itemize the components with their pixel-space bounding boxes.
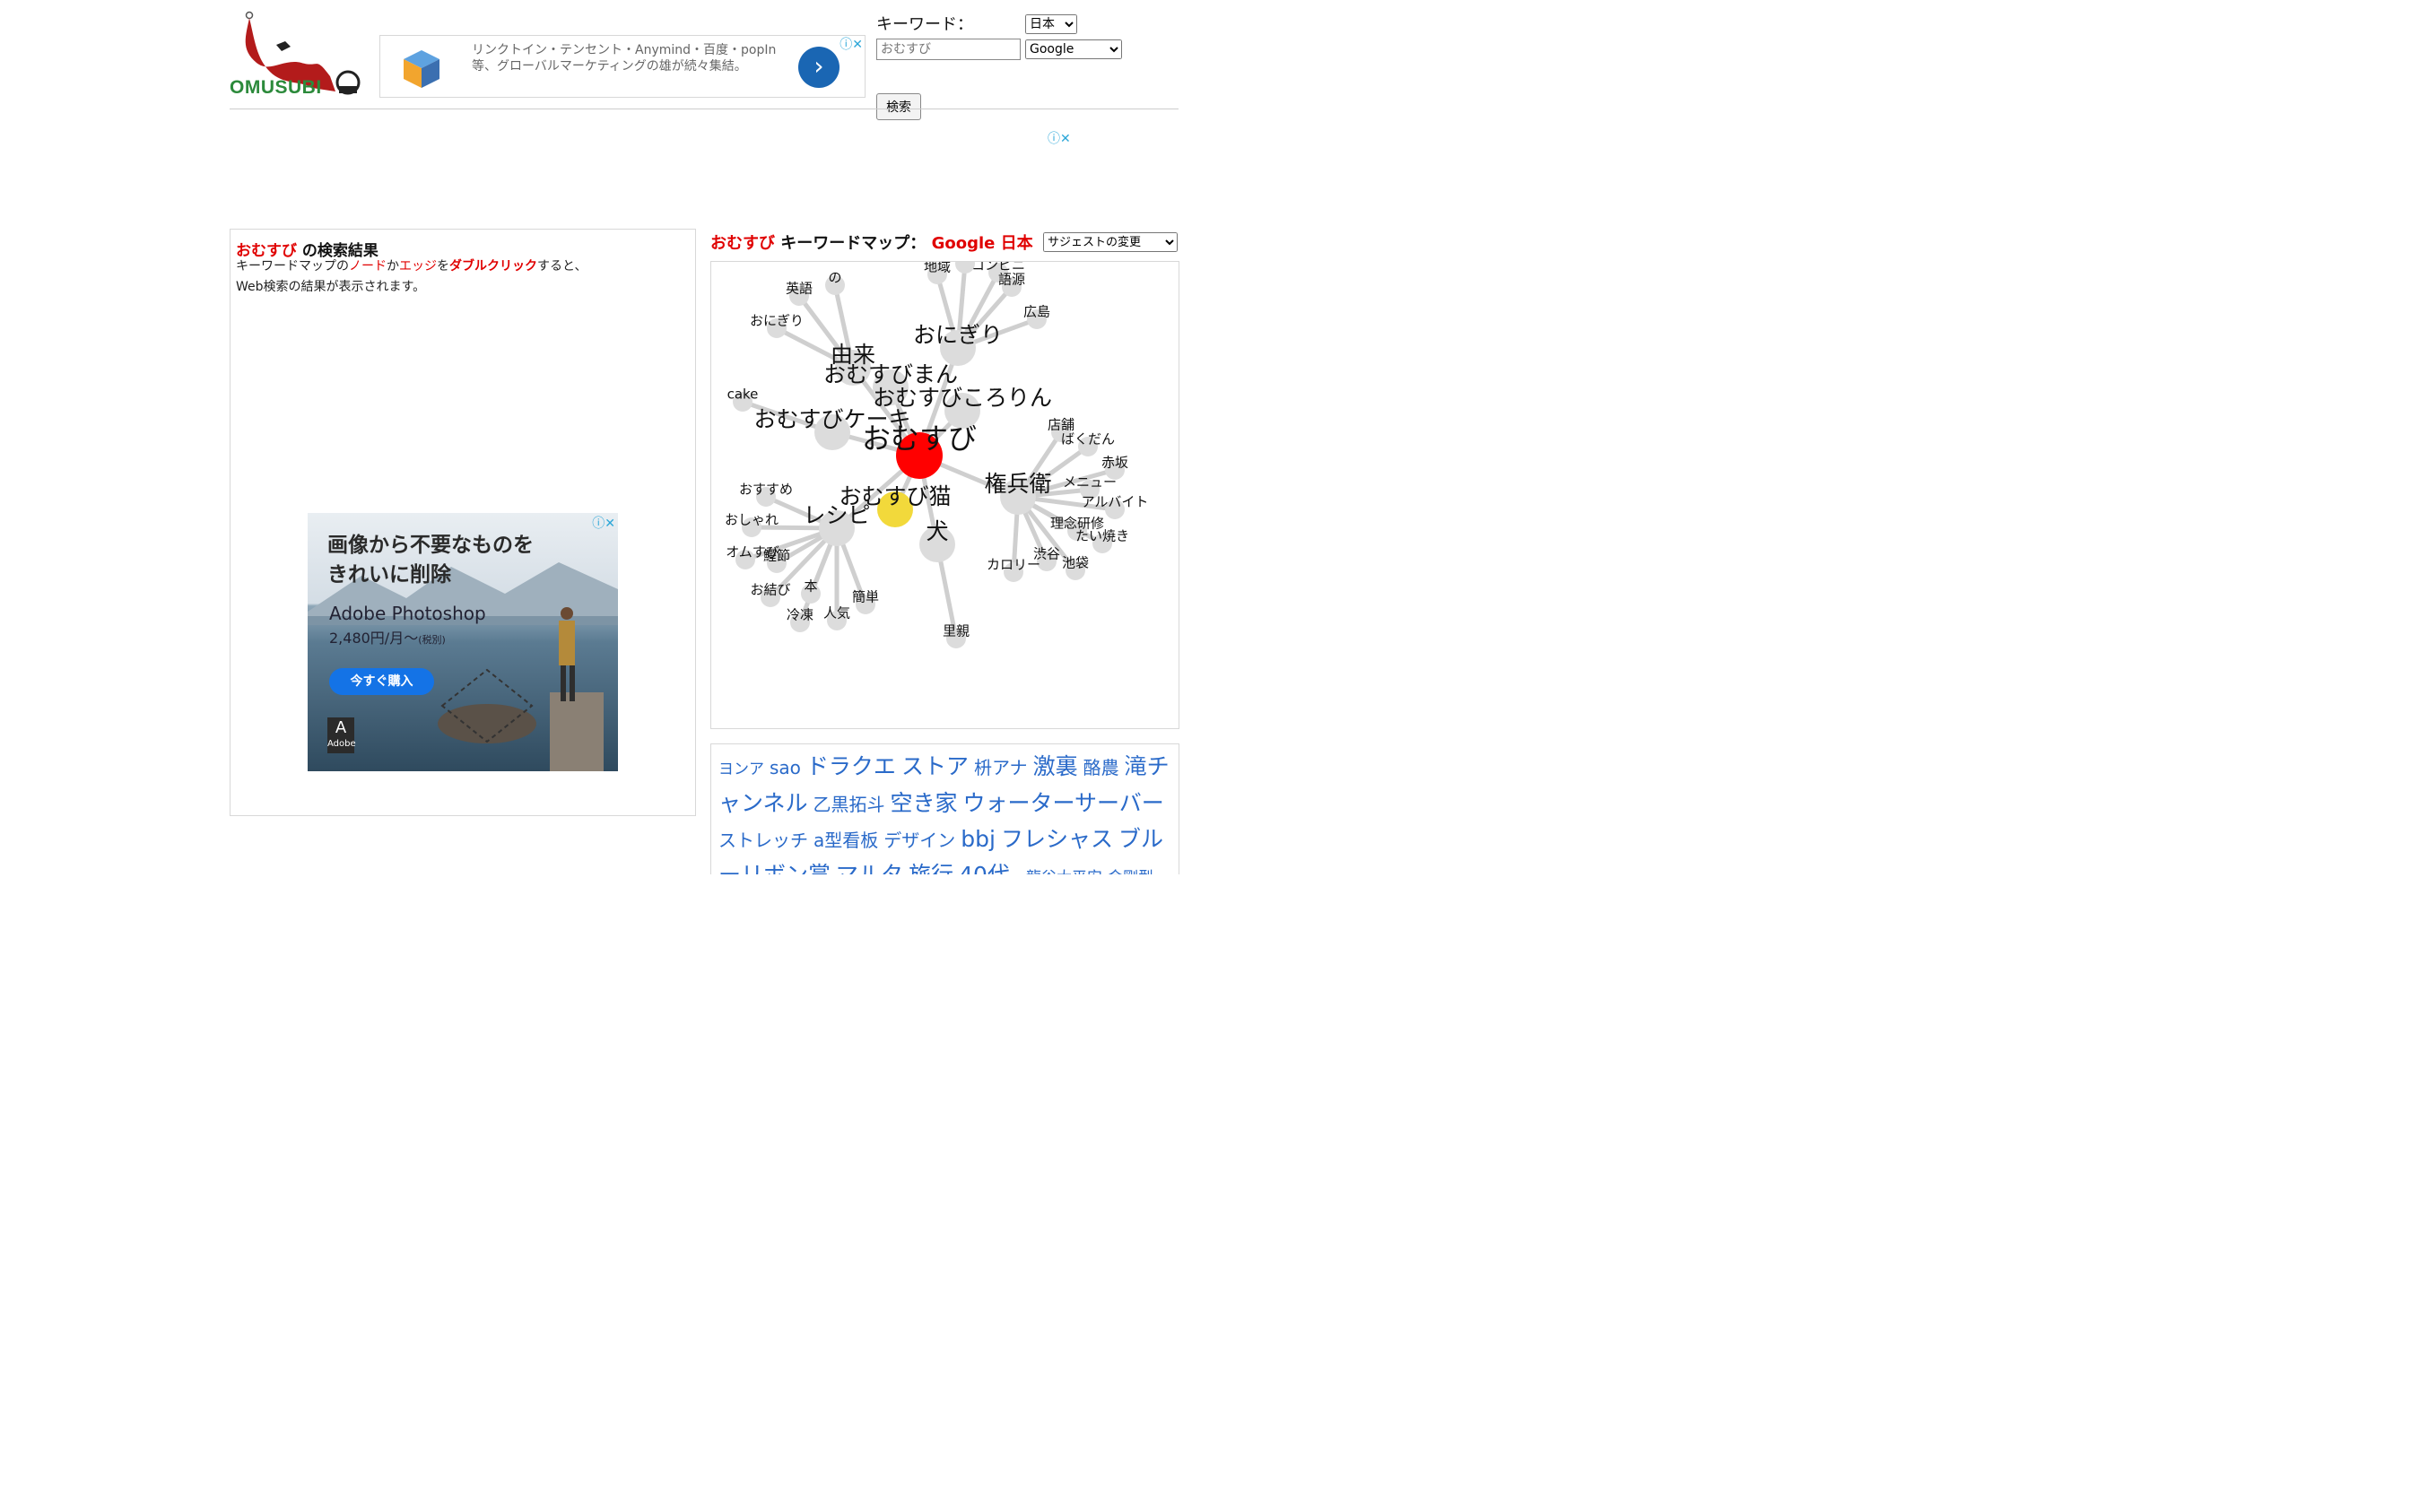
desc-edge: エッジ bbox=[399, 259, 437, 274]
tag-cloud-link[interactable]: ヨンア bbox=[718, 760, 764, 778]
map-node-label[interactable]: メニュー bbox=[1063, 474, 1117, 491]
ad-headline: 画像から不要なものを きれいに削除 bbox=[327, 531, 534, 590]
chevron-right-icon[interactable]: › bbox=[798, 47, 840, 88]
ad-price: 2,480円/月〜(税別) bbox=[329, 626, 446, 647]
map-node-label[interactable]: おむすびケーキ bbox=[753, 406, 910, 432]
tag-cloud-panel: ヨンア sao ドラクエ ストア 枡アナ 激裏 酪農 滝チャンネル 乙黒拓斗 空き家 ウォーターサー… bbox=[710, 743, 1179, 874]
map-node-label[interactable]: おむすびまん bbox=[823, 361, 958, 387]
map-node-label[interactable]: おすすめ bbox=[739, 482, 793, 498]
tag-cloud-link[interactable]: ストレッチ bbox=[718, 830, 808, 851]
tag-cloud-link[interactable]: マルタ bbox=[836, 862, 903, 874]
desc-node: ノード bbox=[349, 259, 387, 274]
map-node-label[interactable]: 池袋 bbox=[1062, 555, 1089, 571]
adobe-logo-text: Adobe bbox=[327, 739, 356, 749]
map-node-label[interactable]: 赤坂 bbox=[1101, 455, 1128, 471]
tag-cloud-link[interactable]: ストア bbox=[901, 753, 969, 779]
tag-cloud-link[interactable]: フレシャス bbox=[1001, 826, 1113, 852]
tag-cloud-link[interactable]: bbj bbox=[961, 826, 996, 852]
map-title: キーワードマップ： bbox=[780, 234, 927, 253]
desc-text: か bbox=[387, 259, 399, 274]
tag-cloud: ヨンア sao ドラクエ ストア 枡アナ 激裏 酪農 滝チャンネル 乙黒拓斗 空き家 ウォーターサー… bbox=[718, 750, 1171, 874]
map-node-label[interactable]: 人気 bbox=[823, 605, 850, 621]
country-select[interactable]: 日本 bbox=[1025, 14, 1077, 34]
map-node-label[interactable]: カロリー bbox=[987, 557, 1040, 573]
tag-cloud-link[interactable]: デザイン bbox=[883, 830, 955, 851]
tag-cloud-link[interactable]: 40代 bbox=[959, 862, 1010, 874]
buy-now-button[interactable]: 今すぐ購入 bbox=[329, 668, 434, 695]
suggest-change-select[interactable]: サジェストの変更 bbox=[1043, 232, 1178, 252]
map-node-label[interactable]: 地域 bbox=[924, 262, 951, 275]
map-node-label[interactable]: 鰹節 bbox=[763, 548, 790, 564]
map-node-label[interactable]: おにぎり bbox=[913, 322, 1003, 348]
ad-choices-close-icon[interactable]: ⓘ✕ bbox=[1048, 129, 1071, 147]
map-node-label[interactable]: 語源 bbox=[998, 272, 1025, 288]
keyword-input[interactable] bbox=[876, 39, 1021, 60]
tag-cloud-link[interactable]: ウォーターサーバー bbox=[963, 790, 1164, 816]
tag-cloud-link[interactable]: 空き家 bbox=[891, 790, 958, 816]
keyword-map-graph[interactable]: 地域運営コンビニ語源広島英語のおにぎりcake店舗ばくだん赤坂メニューアルバイト… bbox=[711, 262, 1179, 728]
ad-choices-close-icon[interactable]: ⓘ✕ bbox=[592, 514, 615, 532]
map-node-label[interactable]: おにぎり bbox=[750, 313, 804, 329]
search-button[interactable]: 検索 bbox=[876, 93, 921, 120]
desc-text: すると、 bbox=[537, 259, 587, 274]
adobe-logo-icon: A Adobe bbox=[327, 717, 356, 753]
map-node-label[interactable]: アルバイト bbox=[1082, 494, 1149, 510]
keyword-label: キーワード： bbox=[876, 15, 973, 34]
cube-icon bbox=[404, 50, 439, 88]
engine-select[interactable]: Google bbox=[1025, 39, 1122, 59]
map-keyword: おむすび bbox=[710, 234, 775, 253]
ad-price-value: 2,480円/月〜 bbox=[329, 630, 419, 647]
map-engine: Google bbox=[931, 234, 996, 253]
tag-cloud-link[interactable]: 旅行 bbox=[909, 862, 953, 874]
map-node-label[interactable]: 権兵衛 bbox=[984, 471, 1051, 497]
top-banner-ad[interactable]: リンクトイン・テンセント・Anymind・百度・popIn等、グローバルマーケテ… bbox=[379, 35, 866, 98]
tag-cloud-link[interactable]: - bbox=[1015, 869, 1021, 874]
map-node-label[interactable]: 里親 bbox=[943, 623, 970, 639]
desc-text: Web検索の結果が表示されます。 bbox=[236, 280, 426, 294]
map-node-label[interactable]: 冷凍 bbox=[787, 607, 813, 623]
ad-headline-line: きれいに削除 bbox=[327, 563, 451, 587]
map-node-label[interactable]: cake bbox=[727, 387, 759, 403]
photoshop-ad[interactable]: 画像から不要なものを きれいに削除 Adobe Photoshop 2,480円… bbox=[308, 513, 618, 771]
tag-cloud-link[interactable]: 激裏 bbox=[1033, 753, 1078, 779]
map-country: 日本 bbox=[1000, 234, 1033, 253]
map-node-label[interactable]: おしゃれ bbox=[725, 512, 779, 528]
ad-headline-line: 画像から不要なものを bbox=[327, 534, 534, 557]
keyword-map-header: おむすび キーワードマップ： Google 日本 bbox=[710, 230, 1033, 254]
map-node-label[interactable]: お結び bbox=[750, 582, 790, 598]
tag-cloud-link[interactable]: sao bbox=[770, 757, 801, 778]
tag-cloud-link[interactable]: a型看板 bbox=[813, 830, 878, 851]
ad-product: Adobe Photoshop bbox=[329, 603, 486, 624]
map-node-label[interactable]: 犬 bbox=[926, 518, 948, 544]
desc-text: キーワードマップの bbox=[236, 259, 349, 274]
logo-text: OMUSUBI bbox=[230, 77, 322, 98]
omusubi-logo[interactable]: OMUSUBI bbox=[230, 9, 364, 99]
tag-cloud-link[interactable]: 金剛型 bbox=[1108, 869, 1153, 874]
map-node-label[interactable]: たい焼き bbox=[1075, 528, 1129, 544]
map-node-label[interactable]: 本 bbox=[804, 578, 817, 595]
tag-cloud-link[interactable]: 酪農 bbox=[1083, 757, 1119, 778]
map-node-label[interactable]: 簡単 bbox=[852, 589, 879, 605]
map-node-label[interactable]: ばくだん bbox=[1061, 431, 1115, 448]
ad-price-note: (税別) bbox=[418, 634, 446, 646]
tag-cloud-link[interactable]: 龍谷大平安 bbox=[1026, 869, 1102, 874]
map-node-label[interactable]: 英語 bbox=[786, 281, 813, 297]
tag-cloud-link[interactable]: 枡アナ bbox=[974, 757, 1028, 778]
tag-cloud-link[interactable]: 乙黒拓斗 bbox=[813, 794, 885, 815]
tag-cloud-link[interactable]: ドラクエ bbox=[806, 753, 896, 779]
ad-choices-close-icon[interactable]: ⓘ✕ bbox=[840, 35, 863, 53]
map-node-label[interactable]: レシピ bbox=[803, 502, 870, 528]
results-description: キーワードマップのノードかエッジをダブルクリックすると、 Web検索の結果が表示… bbox=[236, 256, 587, 298]
desc-dblclick: ダブルクリック bbox=[449, 259, 537, 274]
map-node-label[interactable]: の bbox=[828, 270, 841, 286]
map-node-label[interactable]: 広島 bbox=[1023, 304, 1050, 320]
keyword-map-panel: 地域運営コンビニ語源広島英語のおにぎりcake店舗ばくだん赤坂メニューアルバイト… bbox=[710, 261, 1179, 729]
desc-text: を bbox=[437, 259, 449, 274]
top-ad-text: リンクトイン・テンセント・Anymind・百度・popIn等、グローバルマーケテ… bbox=[472, 43, 777, 74]
